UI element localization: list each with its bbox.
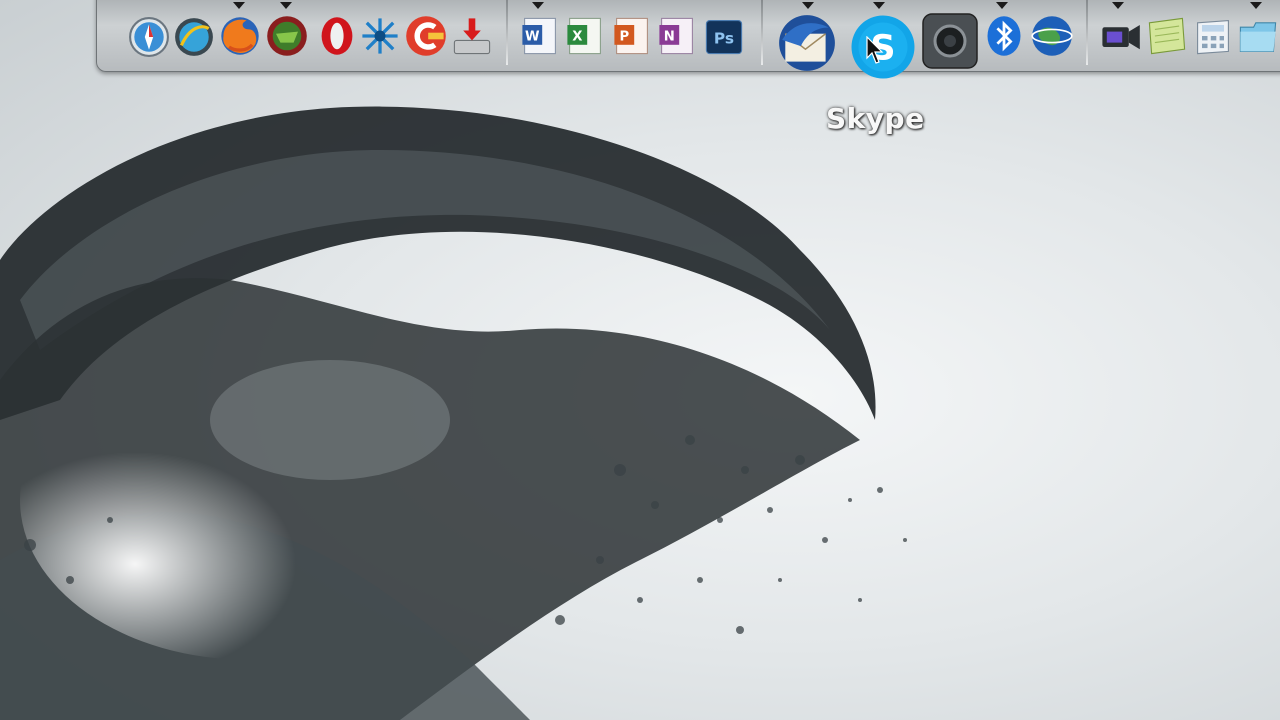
running-indicator — [1250, 2, 1262, 9]
safari-icon[interactable] — [128, 16, 170, 58]
running-indicator — [873, 2, 885, 9]
svg-text:P: P — [619, 29, 629, 44]
video-camera-icon[interactable] — [1098, 14, 1142, 58]
opera-icon[interactable] — [315, 14, 359, 58]
running-indicator — [996, 2, 1008, 9]
svg-text:N: N — [664, 29, 675, 44]
running-indicator — [802, 2, 814, 9]
calculator-icon[interactable] — [1191, 14, 1235, 58]
dock-separator — [1086, 0, 1088, 65]
dock-separator — [506, 0, 508, 65]
dock-tooltip: Skype — [826, 102, 925, 135]
word-icon[interactable]: W — [518, 14, 562, 58]
dock-separator — [761, 0, 763, 65]
thunderbird-icon[interactable] — [776, 12, 838, 74]
google-earth-icon[interactable] — [1030, 14, 1074, 58]
internet-explorer-icon[interactable] — [173, 16, 215, 58]
svg-text:Ps: Ps — [714, 30, 734, 48]
onenote-icon[interactable]: N — [655, 14, 699, 58]
powerpoint-icon[interactable]: P — [610, 14, 654, 58]
folder-icon[interactable] — [1236, 14, 1280, 58]
notes-icon[interactable] — [1145, 14, 1189, 58]
greenish-app-icon[interactable] — [265, 14, 309, 58]
running-indicator — [233, 2, 245, 9]
ccleaner-icon[interactable] — [404, 14, 448, 58]
running-indicator — [1112, 2, 1124, 9]
svg-text:W: W — [525, 29, 540, 44]
photoshop-icon[interactable]: Ps — [702, 14, 746, 58]
excel-icon[interactable]: X — [563, 14, 607, 58]
camera-icon[interactable] — [920, 10, 980, 72]
download-icon[interactable] — [450, 14, 494, 58]
bluetooth-icon[interactable] — [982, 14, 1026, 58]
svg-text:X: X — [572, 29, 582, 44]
star-burst-app-icon[interactable] — [358, 14, 402, 58]
running-indicator — [280, 2, 292, 9]
desktop-wallpaper — [0, 106, 907, 720]
mouse-pointer-icon — [866, 36, 884, 64]
running-indicator — [532, 2, 544, 9]
firefox-icon[interactable] — [218, 14, 262, 58]
